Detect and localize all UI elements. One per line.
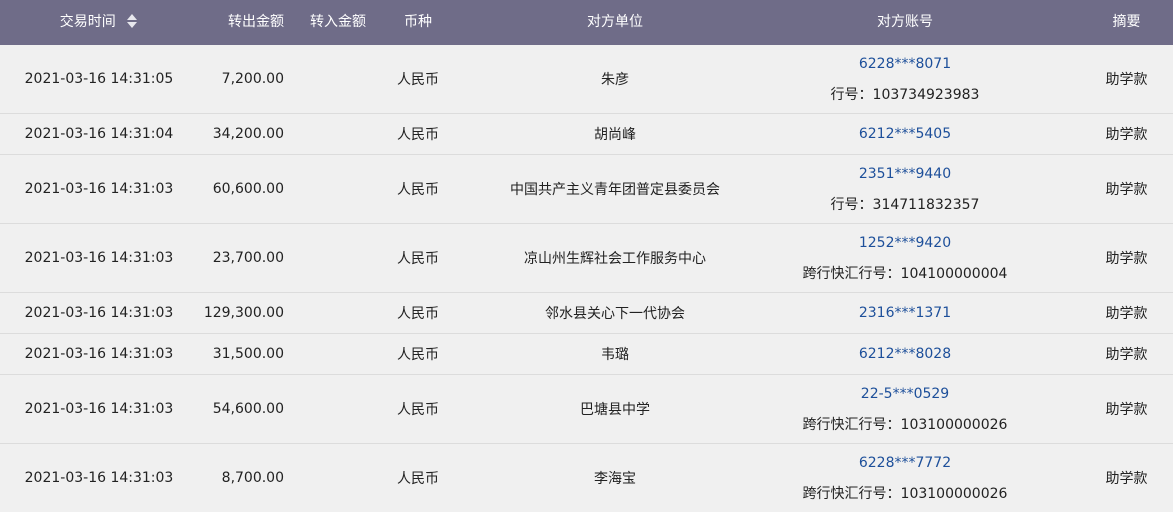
row-counterparty: 邻水县关心下一代协会 [545,306,685,322]
table-row[interactable]: 2021-03-16 14:31:03 31,500.00 人民币 韦璐 621… [0,334,1173,375]
table-row[interactable]: 2021-03-16 14:31:03 23,700.00 人民币 凉山州生辉社… [0,224,1173,293]
bank-code: 行号：103734923983 [830,86,980,103]
row-memo: 助学款 [1105,127,1148,143]
column-header-out-amount: 转出金额 [198,0,284,45]
table-row[interactable]: 2021-03-16 14:31:03 54,600.00 人民币 巴塘县中学 … [0,375,1173,444]
row-out-amount: 34,200.00 [212,126,284,142]
bank-code: 跨行快汇行号：103100000026 [802,485,1008,502]
column-header-currency: 币种 [380,0,456,45]
row-counterparty: 韦璐 [601,347,629,363]
row-in-amount [292,224,384,292]
row-in-amount [292,375,384,443]
table-row[interactable]: 2021-03-16 14:31:04 34,200.00 人民币 胡尚峰 62… [0,114,1173,155]
bank-code: 行号：314711832357 [830,196,980,213]
row-out-amount: 8,700.00 [221,470,284,486]
row-counterparty: 巴塘县中学 [580,402,650,418]
row-counterparty: 李海宝 [594,471,636,487]
row-account: 6212***5405 [774,114,1036,154]
table-row[interactable]: 2021-03-16 14:31:03 129,300.00 人民币 邻水县关心… [0,293,1173,334]
column-header-time-label: 交易时间 [59,14,116,30]
row-currency: 人民币 [397,72,439,88]
row-account: 1252***9420 跨行快汇行号：104100000004 [774,224,1036,292]
bank-code: 跨行快汇行号：104100000004 [802,265,1008,282]
row-currency: 人民币 [397,471,439,487]
row-time: 2021-03-16 14:31:03 [24,401,174,417]
column-header-currency-label: 币种 [404,14,432,30]
transaction-table: 交易时间 转出金额 转入金额 币种 对方单位 对方账号 摘要 2021-03-1… [0,0,1173,512]
row-memo: 助学款 [1105,251,1148,267]
account-number-link[interactable]: 6212***8028 [859,344,951,364]
row-memo: 助学款 [1105,306,1148,322]
row-currency: 人民币 [397,402,439,418]
row-memo: 助学款 [1105,182,1148,198]
row-counterparty: 胡尚峰 [594,127,636,143]
account-number-link[interactable]: 22-5***0529 [861,384,949,404]
table-row[interactable]: 2021-03-16 14:31:03 8,700.00 人民币 李海宝 622… [0,444,1173,512]
column-header-account: 对方账号 [774,0,1036,45]
row-memo: 助学款 [1105,72,1148,88]
column-header-counterparty-label: 对方单位 [587,14,643,30]
row-in-amount [292,45,384,113]
row-out-amount: 129,300.00 [203,305,284,321]
sort-icon[interactable] [126,13,138,29]
table-row[interactable]: 2021-03-16 14:31:05 7,200.00 人民币 朱彦 6228… [0,45,1173,114]
row-currency: 人民币 [397,127,439,143]
row-currency: 人民币 [397,182,439,198]
row-time: 2021-03-16 14:31:03 [24,181,174,197]
account-number-link[interactable]: 6228***7772 [859,453,951,473]
account-number-link[interactable]: 2351***9440 [859,164,951,184]
row-memo: 助学款 [1105,402,1148,418]
row-out-amount: 23,700.00 [212,250,284,266]
row-time: 2021-03-16 14:31:03 [24,346,174,362]
column-header-memo-label: 摘要 [1112,14,1141,30]
row-in-amount [292,334,384,374]
row-account: 6228***7772 跨行快汇行号：103100000026 [774,444,1036,512]
row-memo: 助学款 [1105,471,1148,487]
row-out-amount: 60,600.00 [212,181,284,197]
row-currency: 人民币 [397,347,439,363]
column-header-counterparty: 对方单位 [456,0,774,45]
row-account: 6212***8028 [774,334,1036,374]
row-out-amount: 7,200.00 [221,71,284,87]
row-memo: 助学款 [1105,347,1148,363]
row-currency: 人民币 [397,306,439,322]
row-account: 6228***8071 行号：103734923983 [774,45,1036,113]
account-number-link[interactable]: 2316***1371 [859,303,951,323]
row-counterparty: 中国共产主义青年团普定县委员会 [510,182,720,198]
row-counterparty: 凉山州生辉社会工作服务中心 [524,251,706,267]
row-currency: 人民币 [397,251,439,267]
column-header-memo: 摘要 [1080,0,1173,45]
bank-code: 跨行快汇行号：103100000026 [802,416,1008,433]
row-in-amount [292,444,384,512]
row-in-amount [292,114,384,154]
account-number-link[interactable]: 6212***5405 [859,124,951,144]
table-row[interactable]: 2021-03-16 14:31:03 60,600.00 人民币 中国共产主义… [0,155,1173,224]
row-out-amount: 31,500.00 [212,346,284,362]
column-header-time[interactable]: 交易时间 [0,0,198,45]
column-header-out-amount-label: 转出金额 [228,14,284,30]
account-number-link[interactable]: 6228***8071 [859,54,951,74]
row-time: 2021-03-16 14:31:05 [24,71,174,87]
row-out-amount: 54,600.00 [212,401,284,417]
column-header-in-amount: 转入金额 [292,0,384,45]
row-in-amount [292,155,384,223]
column-header-account-label: 对方账号 [877,14,933,30]
row-time: 2021-03-16 14:31:03 [24,250,174,266]
row-counterparty: 朱彦 [601,72,629,88]
row-time: 2021-03-16 14:31:03 [24,305,174,321]
account-number-link[interactable]: 1252***9420 [859,233,951,253]
row-account: 22-5***0529 跨行快汇行号：103100000026 [774,375,1036,443]
row-in-amount [292,293,384,333]
column-header-in-amount-label: 转入金额 [310,14,366,30]
table-header: 交易时间 转出金额 转入金额 币种 对方单位 对方账号 摘要 [0,0,1173,45]
row-time: 2021-03-16 14:31:03 [24,470,174,486]
row-account: 2351***9440 行号：314711832357 [774,155,1036,223]
row-account: 2316***1371 [774,293,1036,333]
row-time: 2021-03-16 14:31:04 [24,126,174,142]
